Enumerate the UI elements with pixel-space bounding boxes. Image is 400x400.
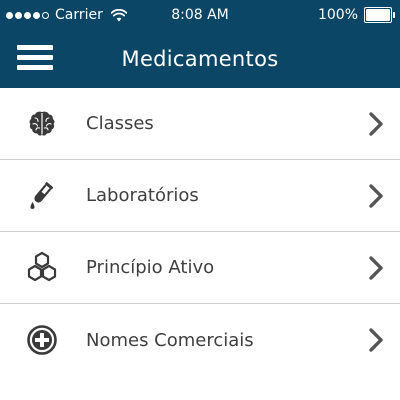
battery-level-fill xyxy=(366,9,390,21)
brain-icon xyxy=(24,106,60,142)
battery-icon xyxy=(364,7,395,23)
list-item-label: Nomes Comerciais xyxy=(86,329,254,351)
navigation-bar: Medicamentos xyxy=(0,30,400,88)
menu-list: Classes Laboratórios Princípio Ativo Nom… xyxy=(0,88,400,376)
plus-circle-icon xyxy=(24,322,60,358)
chevron-right-icon xyxy=(369,183,383,208)
list-item-label: Laboratórios xyxy=(86,185,199,206)
chevron-right-icon xyxy=(369,111,383,136)
page-title: Medicamentos xyxy=(121,47,279,71)
test-tube-icon xyxy=(24,178,60,214)
list-item-label: Classes xyxy=(86,113,154,134)
list-item-nomes-comerciais[interactable]: Nomes Comerciais xyxy=(0,304,400,376)
list-item-classes[interactable]: Classes xyxy=(0,88,400,160)
chevron-right-icon xyxy=(369,328,383,352)
chevron-right-icon xyxy=(369,255,383,280)
status-bar-right: 100% xyxy=(317,6,395,24)
battery-percent: 100% xyxy=(317,7,358,23)
hexagon-molecule-icon xyxy=(24,250,60,286)
list-item-label: Princípio Ativo xyxy=(86,257,215,278)
status-bar: Carrier 8:08 AM 100% xyxy=(0,0,400,30)
list-item-laboratorios[interactable]: Laboratórios xyxy=(0,160,400,232)
list-item-principio-ativo[interactable]: Princípio Ativo xyxy=(0,232,400,304)
app-screen: Carrier 8:08 AM 100% Medicamentos Classe… xyxy=(0,0,400,400)
